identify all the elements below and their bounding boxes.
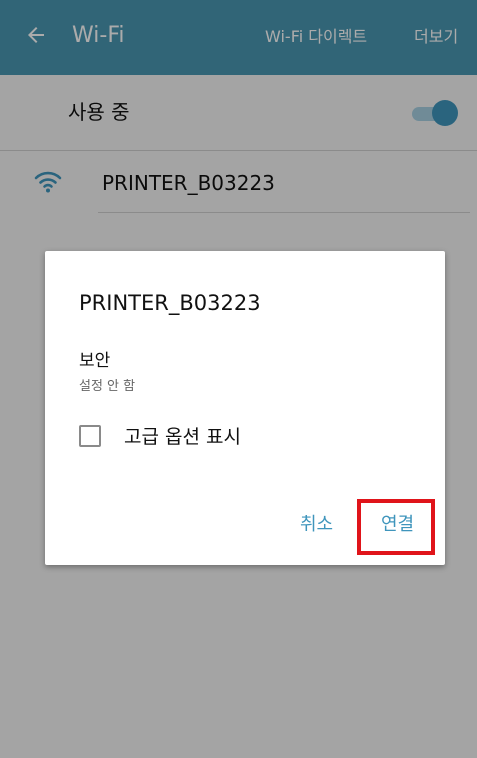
advanced-options-checkbox[interactable]: [79, 425, 101, 447]
dialog-title: PRINTER_B03223: [79, 291, 261, 315]
advanced-options-label[interactable]: 고급 옵션 표시: [124, 424, 241, 450]
connect-button[interactable]: 연결: [381, 513, 414, 537]
security-label: 보안: [79, 351, 111, 371]
cancel-button[interactable]: 취소: [300, 513, 333, 537]
connect-dialog: PRINTER_B03223 보안 설정 안 함 고급 옵션 표시 취소 연결: [45, 251, 445, 565]
security-value: 설정 안 함: [79, 379, 136, 394]
